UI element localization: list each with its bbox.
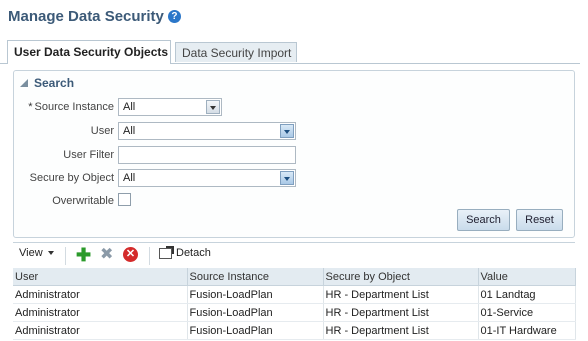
detach-button[interactable]: Detach [159, 245, 211, 259]
page-title: Manage Data Security ? [8, 8, 181, 25]
overwritable-label: Overwritable [52, 195, 114, 207]
add-icon[interactable]: ✚ [76, 246, 91, 264]
view-menu[interactable]: View [19, 247, 54, 259]
toolbar-separator [65, 247, 66, 265]
page-title-text: Manage Data Security [8, 8, 164, 25]
search-header[interactable]: Search [20, 76, 74, 90]
user-row: User All [14, 122, 576, 142]
cell-user: Administrator [13, 321, 188, 340]
chevron-down-icon[interactable] [280, 171, 294, 185]
chevron-down-icon[interactable] [206, 100, 220, 114]
search-panel: Search * Source Instance All User All Use… [13, 70, 575, 238]
secure-by-object-label: Secure by Object [29, 172, 114, 184]
table-header-row: User Source Instance Secure by Object Va… [13, 268, 576, 286]
tab-user-data-security-objects[interactable]: User Data Security Objects [7, 40, 171, 64]
remove-icon[interactable]: ✕ [123, 247, 138, 262]
cell-user: Administrator [13, 285, 188, 304]
user-filter-row: User Filter [14, 146, 576, 166]
user-label: User [90, 125, 114, 137]
cell-source-instance: Fusion-LoadPlan [187, 321, 324, 340]
column-header-secure-by-object[interactable]: Secure by Object [323, 268, 479, 286]
cell-source-instance: Fusion-LoadPlan [187, 303, 324, 322]
required-asterisk: * [28, 101, 33, 113]
secure-by-object-row: Secure by Object All [14, 169, 576, 189]
search-button[interactable]: Search [457, 209, 510, 231]
table-row[interactable]: Administrator Fusion-LoadPlan HR - Depar… [13, 285, 576, 304]
user-filter-input[interactable] [118, 146, 296, 164]
column-header-value[interactable]: Value [478, 268, 576, 286]
user-filter-label: User Filter [63, 149, 114, 161]
source-instance-label: * Source Instance [28, 101, 114, 113]
cell-value: 01-Service [478, 303, 576, 322]
table-row[interactable]: Administrator Fusion-LoadPlan HR - Depar… [13, 303, 576, 322]
overwritable-checkbox[interactable] [118, 193, 131, 206]
tab-data-security-import[interactable]: Data Security Import [175, 42, 297, 62]
user-select[interactable]: All [118, 122, 296, 140]
cell-source-instance: Fusion-LoadPlan [187, 285, 324, 304]
secure-by-object-select[interactable]: All [118, 169, 296, 187]
source-instance-select[interactable]: All [118, 98, 222, 116]
cell-secure-by-object: HR - Department List [323, 303, 479, 322]
cell-user: Administrator [13, 303, 188, 322]
table-row[interactable]: Administrator Fusion-LoadPlan HR - Depar… [13, 321, 576, 340]
reset-button[interactable]: Reset [516, 209, 563, 231]
search-title: Search [34, 76, 75, 90]
column-header-source-instance[interactable]: Source Instance [187, 268, 324, 286]
chevron-down-icon[interactable] [280, 124, 294, 138]
column-header-user[interactable]: User [13, 268, 188, 286]
cell-value: 01-IT Hardware [478, 321, 576, 340]
results-table: User Source Instance Secure by Object Va… [13, 268, 576, 340]
detach-icon [159, 245, 174, 259]
cell-secure-by-object: HR - Department List [323, 321, 479, 340]
help-icon[interactable]: ? [167, 10, 181, 23]
cell-value: 01 Landtag [478, 285, 576, 304]
collapse-triangle-icon[interactable] [20, 79, 28, 87]
chevron-down-icon [47, 251, 54, 255]
delete-icon[interactable]: ✖ [100, 246, 113, 264]
results-toolbar: View ✚ ✖ ✕ Detach [13, 242, 575, 269]
toolbar-separator [149, 247, 150, 265]
cell-secure-by-object: HR - Department List [323, 285, 479, 304]
source-instance-row: * Source Instance All [14, 98, 576, 118]
